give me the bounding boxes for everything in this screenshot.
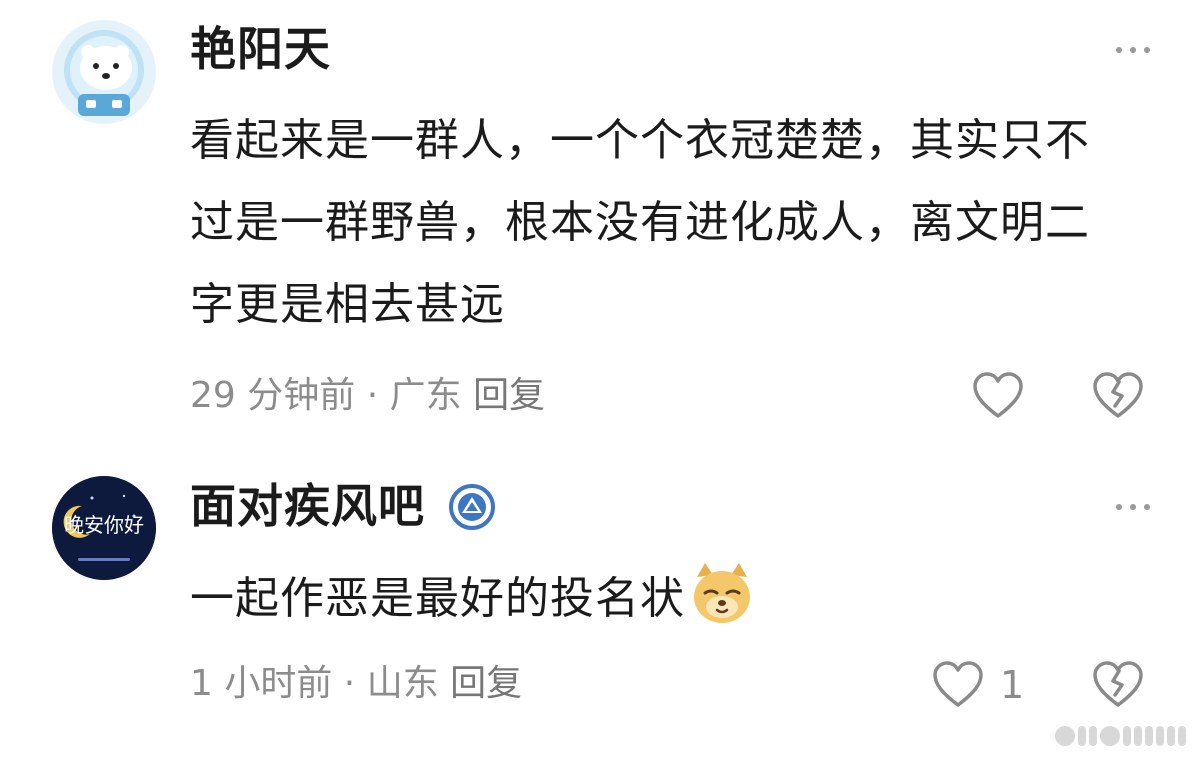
weibo-watermark-icon xyxy=(1055,725,1186,747)
comment-text: 看起来是一群人，一个个衣冠楚楚，其实只不过是一群野兽，根本没有进化成人，离文明二… xyxy=(190,115,1090,330)
more-options-icon[interactable] xyxy=(1116,501,1152,513)
avatar[interactable]: 晚安你好 xyxy=(52,476,156,580)
heart-icon[interactable] xyxy=(932,661,984,709)
good-night-avatar-icon: 晚安你好 xyxy=(52,476,156,580)
heart-icon[interactable] xyxy=(972,372,1024,420)
like-count: 1 xyxy=(1000,663,1025,707)
broken-heart-icon[interactable] xyxy=(1092,661,1144,709)
username[interactable]: 艳阳天 xyxy=(190,26,331,72)
comment-location: 广东 xyxy=(389,375,462,416)
broken-heart-icon[interactable] xyxy=(1092,372,1144,420)
comment-text-row: 一起作恶是最好的投名状 xyxy=(190,558,1130,640)
avatar-text: 晚安你好 xyxy=(64,513,144,537)
comment-location: 山东 xyxy=(366,663,439,704)
comment-item: 晚安你好 面对疾风吧 一起作恶是最好的投名状 1 小时前 · 山东 回复 1 xyxy=(0,458,1200,759)
more-options-icon[interactable] xyxy=(1116,44,1152,56)
comment-time: 1 小时前 xyxy=(190,663,333,704)
username[interactable]: 面对疾风吧 xyxy=(190,483,425,529)
member-badge-icon xyxy=(448,483,496,531)
comment-meta: 29 分钟前 · 广东 回复 xyxy=(190,378,545,414)
meta-separator: · xyxy=(355,375,390,416)
avatar[interactable] xyxy=(52,20,156,124)
comment-text: 一起作恶是最好的投名状 xyxy=(190,573,685,624)
reply-button[interactable]: 回复 xyxy=(450,663,522,704)
polar-bear-astronaut-avatar-icon xyxy=(52,20,156,124)
meta-separator: · xyxy=(332,663,367,704)
comment-time: 29 分钟前 xyxy=(190,375,356,416)
reply-button[interactable]: 回复 xyxy=(473,375,545,416)
doge-emoji-icon xyxy=(689,561,755,627)
comment-item: 艳阳天 看起来是一群人，一个个衣冠楚楚，其实只不过是一群野兽，根本没有进化成人，… xyxy=(0,0,1200,450)
comment-meta: 1 小时前 · 山东 回复 xyxy=(190,666,522,702)
